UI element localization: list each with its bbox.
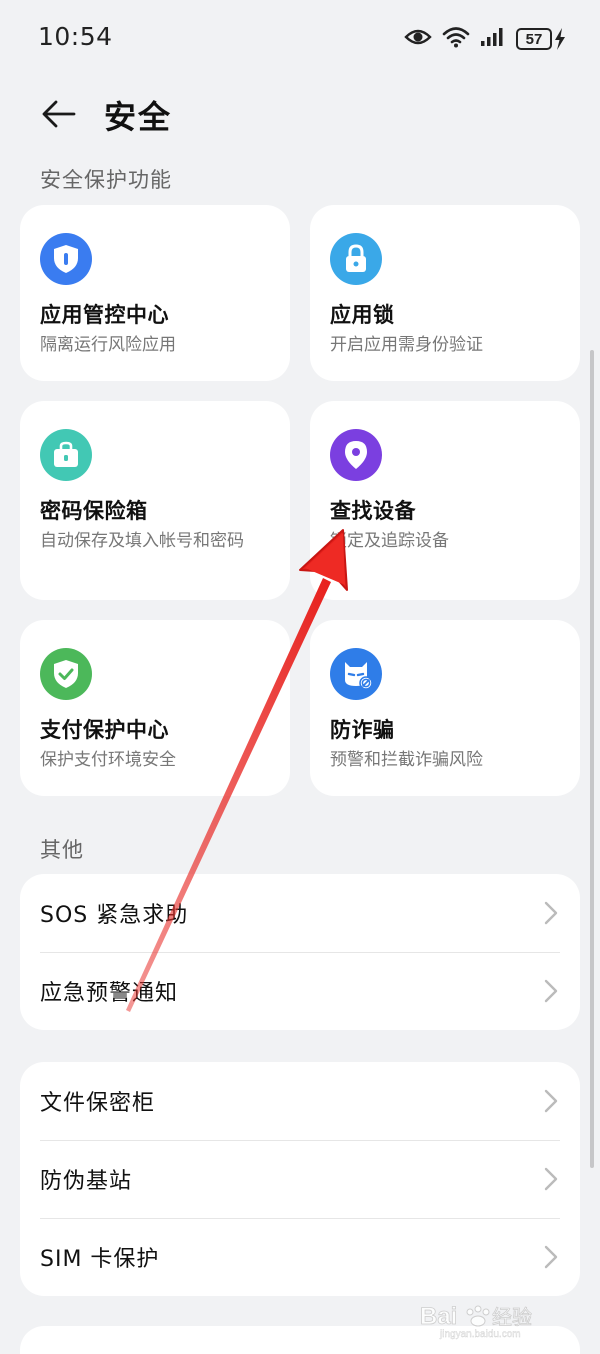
card-app-control-center[interactable]: 应用管控中心 隔离运行风险应用 xyxy=(20,205,290,381)
anti-fraud-icon xyxy=(330,648,382,700)
svg-text:经验: 经验 xyxy=(492,1305,532,1329)
chevron-right-icon xyxy=(544,979,558,1003)
card-find-device[interactable]: 查找设备 锁定及追踪设备 xyxy=(310,401,580,600)
list-item-label: 应急预警通知 xyxy=(40,981,179,1006)
location-pin-icon xyxy=(330,429,382,481)
security-settings-page: 10:54 57 安全 安全保护功能 应用管控中心 隔离运行风险应用 应用锁 开… xyxy=(0,0,600,1354)
padlock-icon xyxy=(330,233,382,285)
svg-text:jingyan.baidu.com: jingyan.baidu.com xyxy=(439,1329,521,1340)
briefcase-lock-icon xyxy=(40,429,92,481)
list-item-sim-protection[interactable]: SIM 卡保护 xyxy=(20,1218,580,1296)
list-group-emergency: SOS 紧急求助 应急预警通知 xyxy=(20,874,580,1030)
card-title: 查找设备 xyxy=(330,499,416,523)
card-title: 密码保险箱 xyxy=(40,499,148,523)
list-item-label: SIM 卡保护 xyxy=(40,1247,160,1272)
status-bar: 10:54 57 xyxy=(0,0,600,76)
card-subtitle: 开启应用需身份验证 xyxy=(330,335,483,355)
card-subtitle: 自动保存及填入帐号和密码 xyxy=(40,531,244,551)
shield-check-icon xyxy=(40,648,92,700)
section-label-other: 其他 xyxy=(40,838,84,862)
signal-icon xyxy=(480,27,506,51)
status-time: 10:54 xyxy=(38,22,113,51)
shield-icon xyxy=(40,233,92,285)
card-subtitle: 预警和拦截诈骗风险 xyxy=(330,750,483,770)
arrow-left-icon xyxy=(42,100,76,128)
card-title: 应用锁 xyxy=(330,303,395,327)
baidu-logo-icon: Bai 经验 jingyan.baidu.com xyxy=(420,1303,532,1340)
baidu-watermark: Bai 经验 jingyan.baidu.com xyxy=(420,1300,570,1340)
eye-icon xyxy=(404,27,432,51)
card-title: 防诈骗 xyxy=(330,718,395,742)
card-subtitle: 保护支付环境安全 xyxy=(40,750,176,770)
chevron-right-icon xyxy=(544,901,558,925)
list-item-emergency-alert[interactable]: 应急预警通知 xyxy=(20,952,580,1030)
charging-icon xyxy=(555,28,565,50)
page-header: 安全 xyxy=(0,84,600,144)
battery-icon: 57 xyxy=(516,28,566,50)
chevron-right-icon xyxy=(544,1089,558,1113)
status-icons: 57 xyxy=(404,24,566,54)
list-item-file-safe[interactable]: 文件保密柜 xyxy=(20,1062,580,1140)
page-title: 安全 xyxy=(104,98,173,136)
card-payment-protection[interactable]: 支付保护中心 保护支付环境安全 xyxy=(20,620,290,796)
chevron-right-icon xyxy=(544,1167,558,1191)
list-group-privacy: 文件保密柜 防伪基站 SIM 卡保护 xyxy=(20,1062,580,1296)
scrollbar[interactable] xyxy=(590,350,594,1168)
card-subtitle: 隔离运行风险应用 xyxy=(40,335,176,355)
list-item-fake-base-station[interactable]: 防伪基站 xyxy=(20,1140,580,1218)
list-item-label: 文件保密柜 xyxy=(40,1091,156,1116)
list-item-label: SOS 紧急求助 xyxy=(40,903,189,928)
list-item-sos[interactable]: SOS 紧急求助 xyxy=(20,874,580,952)
card-password-vault[interactable]: 密码保险箱 自动保存及填入帐号和密码 xyxy=(20,401,290,600)
battery-level: 57 xyxy=(516,28,552,50)
card-app-lock[interactable]: 应用锁 开启应用需身份验证 xyxy=(310,205,580,381)
card-title: 支付保护中心 xyxy=(40,718,169,742)
card-anti-fraud[interactable]: 防诈骗 预警和拦截诈骗风险 xyxy=(310,620,580,796)
section-label-security: 安全保护功能 xyxy=(40,168,172,192)
wifi-icon xyxy=(442,26,470,52)
svg-text:Bai: Bai xyxy=(420,1303,457,1330)
back-button[interactable] xyxy=(36,92,80,136)
list-item-label: 防伪基站 xyxy=(40,1169,133,1194)
card-subtitle: 锁定及追踪设备 xyxy=(330,531,449,551)
card-title: 应用管控中心 xyxy=(40,303,169,327)
chevron-right-icon xyxy=(544,1245,558,1269)
